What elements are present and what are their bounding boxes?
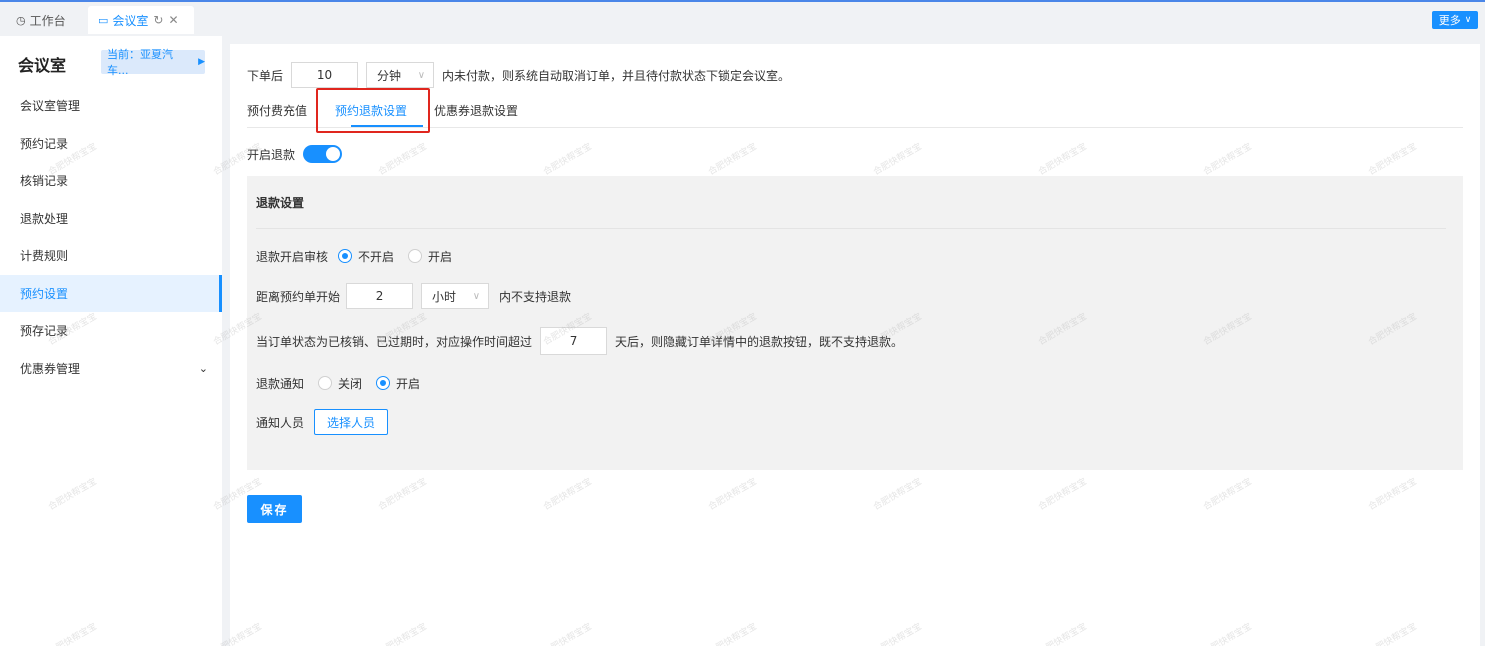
sidebar: 会议室 当前：亚夏汽车... ▶ 会议室管理 预约记录 核销记录 退款处理 计费… <box>0 36 222 646</box>
radio-unselected[interactable] <box>408 249 423 263</box>
more-label: 更多 <box>1438 14 1461 27</box>
sidebar-item-deposit-records[interactable]: 预存记录 <box>0 312 222 350</box>
notify-people-row: 通知人员 选择人员 <box>256 409 389 435</box>
switch-knob <box>326 147 341 161</box>
notify-option-on-label: 开启 <box>396 376 421 391</box>
hours-before-input[interactable]: 2 <box>346 283 414 309</box>
refresh-icon[interactable]: ↻ <box>153 13 163 27</box>
tab-workbench[interactable]: ◷ 工作台 <box>6 6 76 34</box>
tab-prepaid-recharge[interactable]: 预付费充值 <box>247 102 307 119</box>
caret-right-icon: ▶ <box>198 57 205 67</box>
refund-audit-label: 退款开启审核 <box>256 249 329 264</box>
sidebar-item-billing-rules[interactable]: 计费规则 <box>0 237 222 275</box>
close-icon[interactable]: ✕ <box>168 13 178 27</box>
chevron-down-icon: ⌄ <box>198 361 208 375</box>
timeout-value-input[interactable]: 10 <box>291 62 359 88</box>
order-rule-prefix: 下单后 <box>247 68 284 83</box>
tab-workbench-label: 工作台 <box>29 13 66 28</box>
notify-option-on[interactable]: 开启 <box>376 375 420 392</box>
dashboard-icon: ◷ <box>16 13 26 27</box>
sidebar-item-label: 会议室管理 <box>20 99 81 114</box>
sidebar-item-booking-settings[interactable]: 预约设置 <box>0 274 222 312</box>
save-button[interactable]: 保存 <box>247 495 302 523</box>
notify-option-off[interactable]: 关闭 <box>318 375 362 392</box>
annotation-highlight-box <box>316 88 430 133</box>
sidebar-item-label: 预约记录 <box>20 136 69 151</box>
tab-bar: ◷ 工作台 ▭ 会议室 ↻ ✕ 更多 ∨ <box>0 0 1485 36</box>
sidebar-item-label: 核销记录 <box>20 174 69 189</box>
sidebar-item-label: 退款处理 <box>20 211 69 226</box>
radio-selected[interactable] <box>338 249 353 263</box>
refund-toggle-row: 开启退款 <box>247 144 343 164</box>
audit-option-off[interactable]: 不开启 <box>338 248 394 265</box>
timeout-unit-label: 分钟 <box>377 68 402 83</box>
audit-option-off-label: 不开启 <box>358 249 395 264</box>
tab-meeting-room[interactable]: ▭ 会议室 ↻ ✕ <box>88 6 194 34</box>
hide-button-suffix: 天后，则隐藏订单详情中的退款按钮，既不支持退款。 <box>615 334 904 349</box>
before-start-prefix: 距离预约单开始 <box>256 289 341 304</box>
order-rule-suffix: 内未付款，则系统自动取消订单，并且待付款状态下锁定会议室。 <box>442 68 791 83</box>
before-start-suffix: 内不支持退款 <box>499 289 572 304</box>
chevron-down-icon: ∨ <box>1464 15 1472 25</box>
more-button[interactable]: 更多 ∨ <box>1432 11 1478 29</box>
hide-button-prefix: 当订单状态为已核销、已过期时，对应操作时间超过 <box>256 334 533 349</box>
store-label: 当前：亚夏汽车... <box>107 48 173 77</box>
sidebar-item-label: 优惠券管理 <box>20 361 81 376</box>
radio-unselected[interactable] <box>318 376 333 390</box>
audit-option-on[interactable]: 开启 <box>408 248 452 265</box>
refund-settings-panel: 退款设置 退款开启审核 不开启 开启 距离预约单开始 2 小时 ∨ 内不支持退款… <box>247 176 1463 470</box>
hours-unit-label: 小时 <box>432 289 457 304</box>
order-timeout-rule: 下单后 10 分钟 ∨ 内未付款，则系统自动取消订单，并且待付款状态下锁定会议室… <box>247 62 790 88</box>
sidebar-item-room-management[interactable]: 会议室管理 <box>0 87 222 125</box>
sidebar-title: 会议室 <box>18 56 67 75</box>
sidebar-menu: 会议室管理 预约记录 核销记录 退款处理 计费规则 预约设置 预存记录 优惠券管… <box>0 87 222 387</box>
refund-audit-row: 退款开启审核 不开启 开启 <box>256 246 466 266</box>
sidebar-item-label: 预存记录 <box>20 324 69 339</box>
sidebar-item-refund-processing[interactable]: 退款处理 <box>0 200 222 238</box>
refund-switch[interactable] <box>303 145 343 163</box>
sidebar-item-verification-records[interactable]: 核销记录 <box>0 162 222 200</box>
notify-option-off-label: 关闭 <box>338 376 363 391</box>
chevron-down-icon: ∨ <box>472 290 481 302</box>
refund-notify-row: 退款通知 关闭 开启 <box>256 373 434 393</box>
sidebar-item-label: 预约设置 <box>20 286 69 301</box>
main-content: 下单后 10 分钟 ∨ 内未付款，则系统自动取消订单，并且待付款状态下锁定会议室… <box>230 44 1480 646</box>
no-refund-before-start-row: 距离预约单开始 2 小时 ∨ 内不支持退款 <box>256 283 571 309</box>
chevron-down-icon: ∨ <box>417 69 426 81</box>
select-people-button[interactable]: 选择人员 <box>314 409 389 435</box>
refund-toggle-label: 开启退款 <box>247 147 296 162</box>
refund-settings-title: 退款设置 <box>256 196 305 210</box>
sidebar-item-booking-records[interactable]: 预约记录 <box>0 125 222 163</box>
audit-option-on-label: 开启 <box>428 249 453 264</box>
sidebar-item-label: 计费规则 <box>20 249 69 264</box>
radio-selected[interactable] <box>376 376 391 390</box>
divider <box>256 228 1446 229</box>
hours-unit-select[interactable]: 小时 ∨ <box>421 283 490 309</box>
monitor-icon: ▭ <box>98 13 109 27</box>
refund-notify-label: 退款通知 <box>256 376 305 391</box>
tab-coupon-refund-settings[interactable]: 优惠券退款设置 <box>434 102 518 119</box>
tab-meeting-room-label: 会议室 <box>112 13 149 28</box>
days-after-input[interactable]: 7 <box>540 327 608 355</box>
notify-people-label: 通知人员 <box>256 415 305 430</box>
timeout-unit-select[interactable]: 分钟 ∨ <box>366 62 435 88</box>
sidebar-item-coupon-management[interactable]: 优惠券管理 ⌄ <box>0 350 222 388</box>
store-selector[interactable]: 当前：亚夏汽车... ▶ <box>101 48 205 77</box>
hide-refund-button-row: 当订单状态为已核销、已过期时，对应操作时间超过 7 天后，则隐藏订单详情中的退款… <box>256 327 903 355</box>
